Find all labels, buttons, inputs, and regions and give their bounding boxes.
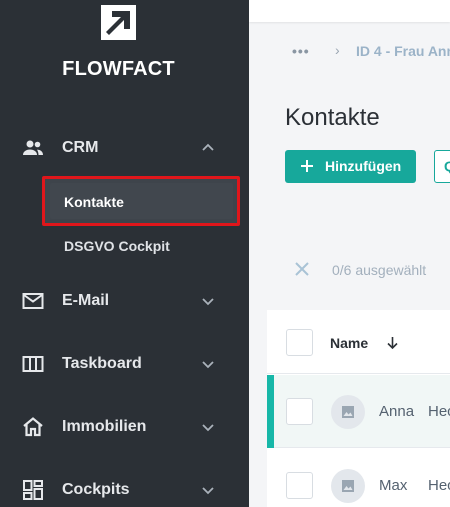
taskboard-icon (20, 351, 46, 377)
chevron-down-icon[interactable] (200, 293, 216, 309)
sidebar-item-immobilien[interactable]: Immobilien (0, 407, 249, 447)
contact-last-name: Hecker (428, 477, 450, 494)
sidebar-subitem-label: Kontakte (64, 194, 124, 210)
chevron-down-icon[interactable] (200, 482, 216, 498)
secondary-button[interactable]: Q (434, 150, 450, 183)
selected-row-indicator (267, 375, 274, 448)
image-placeholder-icon (342, 480, 354, 492)
chevron-down-icon[interactable] (200, 419, 216, 435)
column-header-name[interactable]: Name (330, 335, 368, 351)
contact-first-name: Max (379, 477, 408, 494)
chevron-up-icon[interactable] (200, 140, 216, 156)
sidebar-item-email[interactable]: E-Mail (0, 281, 249, 321)
flowfact-logo-icon[interactable] (101, 5, 136, 40)
sidebar-item-crm[interactable]: CRM (0, 128, 249, 168)
sidebar: FLOWFACT CRM Kontakte DSGVO Cockpit E-Ma… (0, 0, 249, 507)
select-all-checkbox[interactable] (286, 329, 313, 356)
breadcrumb-separator: › (335, 42, 340, 58)
add-button-label: Hinzufügen (325, 158, 402, 174)
sort-descending-icon[interactable] (385, 335, 400, 350)
breadcrumb-current[interactable]: ID 4 - Frau Anna Hecker (356, 43, 450, 59)
mail-icon (20, 288, 46, 314)
home-icon (20, 414, 46, 440)
sidebar-item-label: Cockpits (62, 481, 130, 498)
clear-selection-icon[interactable] (293, 260, 311, 278)
sidebar-item-taskboard[interactable]: Taskboard (0, 344, 249, 384)
contact-last-name: Hecker (428, 403, 450, 420)
contact-first-name: Anna (379, 403, 415, 420)
selection-count: 0/6 ausgewählt (332, 262, 427, 278)
page-title: Kontakte (285, 104, 380, 131)
contacts-table: Name Anna Hecker Max Hecker (267, 310, 450, 507)
secondary-button-label: Q (444, 158, 450, 174)
row-checkbox[interactable] (286, 398, 313, 425)
sidebar-item-cockpits[interactable]: Cockpits (0, 470, 249, 507)
sidebar-item-label: CRM (62, 139, 99, 156)
breadcrumb-overflow[interactable]: ••• (292, 43, 310, 59)
table-row[interactable]: Max Hecker (267, 449, 450, 507)
plus-icon (301, 160, 313, 172)
table-row[interactable]: Anna Hecker (267, 375, 450, 448)
row-checkbox[interactable] (286, 472, 313, 499)
sidebar-item-label: Immobilien (62, 418, 147, 435)
sidebar-item-label: Taskboard (62, 355, 142, 372)
sidebar-subitem-kontakte[interactable]: Kontakte (42, 176, 240, 226)
chevron-down-icon[interactable] (200, 356, 216, 372)
table-header: Name (267, 310, 450, 374)
top-bar (249, 0, 450, 22)
sidebar-item-label: E-Mail (62, 292, 110, 309)
main-content: ••• › ID 4 - Frau Anna Hecker Kontakte H… (249, 0, 450, 507)
avatar (331, 395, 365, 429)
sidebar-subitem-label: DSGVO Cockpit (64, 238, 170, 254)
image-placeholder-icon (342, 406, 354, 418)
add-button[interactable]: Hinzufügen (285, 150, 416, 183)
brand-name: FLOWFACT (62, 58, 175, 80)
sidebar-subitem-dsgvo-cockpit[interactable]: DSGVO Cockpit (44, 226, 234, 266)
avatar (331, 469, 365, 503)
people-icon (20, 135, 46, 161)
dashboard-icon (20, 477, 46, 503)
